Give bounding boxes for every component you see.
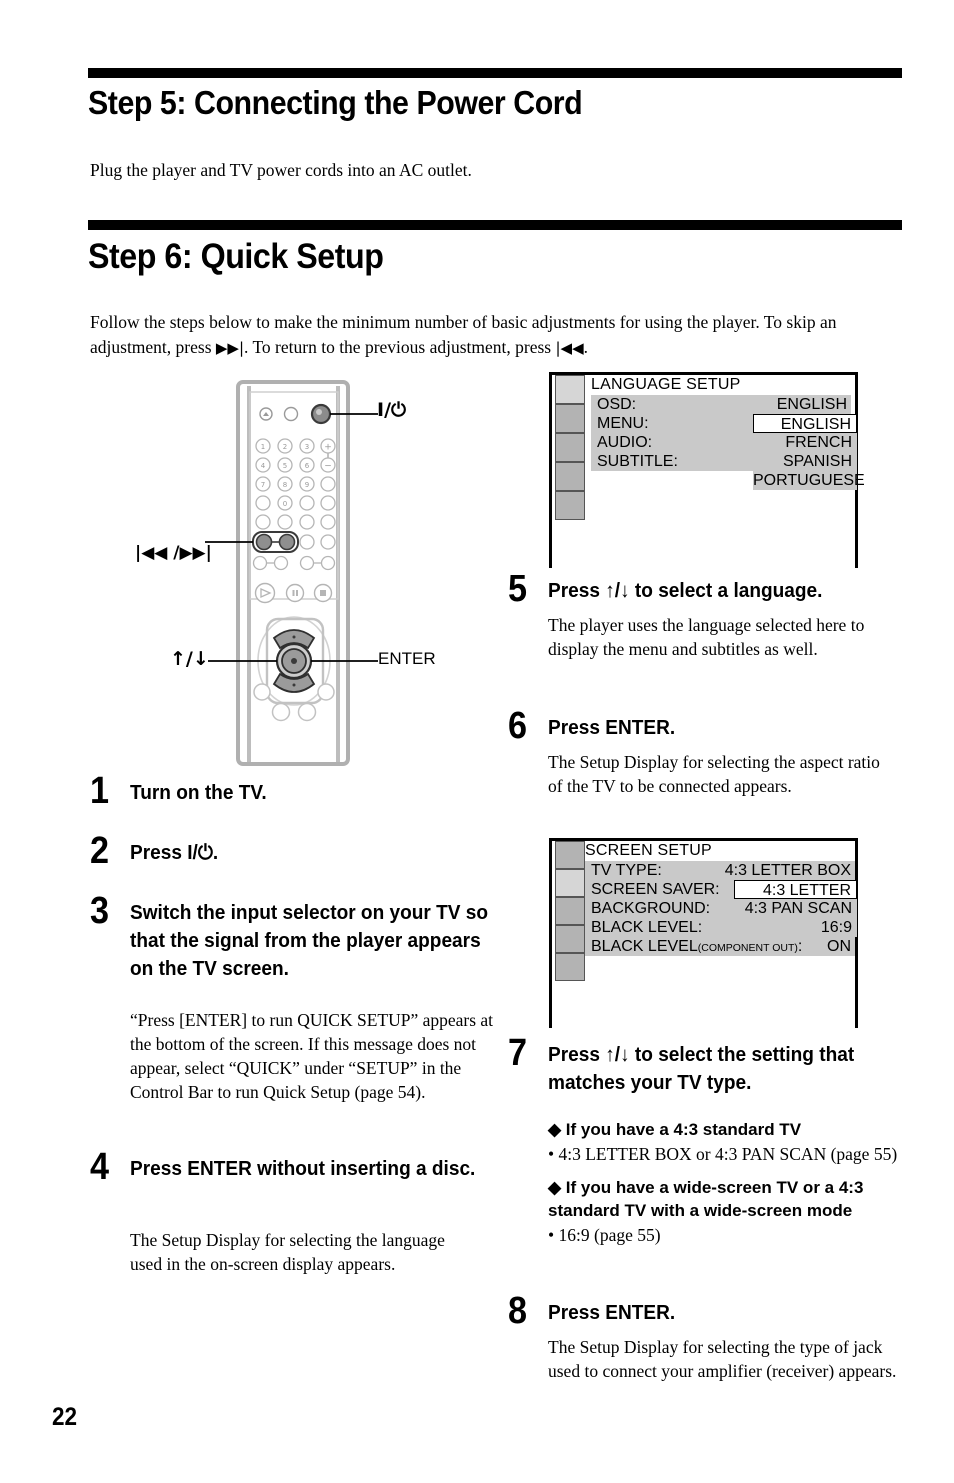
remote-control-illustration: 1 2 3 + 4 5 6 − 7 8 9 0: [205, 380, 378, 766]
heading-step5: Step 5: Connecting the Power Cord: [88, 84, 583, 121]
remote-control-diagram: 1 2 3 + 4 5 6 − 7 8 9 0: [150, 372, 480, 772]
heading-rule-step5: [88, 68, 902, 78]
svg-text:+: +: [324, 443, 332, 453]
step-7-option-1-heading: ◆ If you have a 4:3 standard TV: [548, 1120, 802, 1139]
step-6-number: 6: [508, 705, 528, 747]
step-4-desc: The Setup Display for selecting the lang…: [130, 1230, 445, 1274]
step6-intro: Follow the steps below to make the minim…: [90, 310, 905, 361]
remote-label-enter: ENTER: [378, 649, 436, 668]
language-dropdown-option-french[interactable]: FRENCH: [753, 433, 857, 452]
osd-frame-left: [549, 372, 552, 568]
osd2-row-blacklevel-label: BLACK LEVEL:: [591, 919, 703, 936]
language-dropdown-option-spanish[interactable]: SPANISH: [753, 452, 857, 471]
step-1-number: 1: [90, 770, 110, 812]
osd-sidebar-icons: [555, 375, 585, 520]
step-6-title: Press ENTER.: [548, 716, 676, 739]
svg-text:1: 1: [261, 443, 265, 451]
osd2-row-tvtype-label: TV TYPE:: [591, 862, 662, 879]
step-7-title: Press ↑/↓ to select the setting that mat…: [548, 1043, 855, 1094]
osd2-row-tvtype-value: 4:3 LETTER BOX: [724, 862, 851, 879]
osd2-frame-top: [549, 838, 857, 841]
step-7-option-1-bullet: • 4:3 LETTER BOX or 4:3 PAN SCAN (page 5…: [548, 1144, 898, 1164]
remote-label-power: I/⏻: [377, 399, 407, 421]
heading-rule-step6: [88, 220, 902, 230]
screen-dropdown-option-panscan[interactable]: 4:3 PAN SCAN: [734, 899, 857, 918]
step-3-desc: “Press [ENTER] to run QUICK SETUP” appea…: [130, 1010, 494, 1102]
step-8-number: 8: [508, 1290, 528, 1332]
osd2-row-blacklevel-component-value: ON: [827, 938, 851, 955]
page-number: 22: [52, 1403, 78, 1431]
step-7-option-2-heading: ◆ If you have a wide-screen TV or a 4:3 …: [548, 1178, 864, 1220]
language-dropdown-selected[interactable]: ENGLISH: [753, 414, 857, 433]
remote-label-up-down: ↑/↓: [170, 648, 209, 670]
step-3-number: 3: [90, 890, 110, 932]
svg-text:2: 2: [283, 443, 287, 451]
svg-text:9: 9: [305, 481, 309, 489]
osd2-row-background-label: BACKGROUND:: [591, 900, 711, 917]
sidebar2-icon-other[interactable]: [555, 953, 585, 981]
sidebar-icon-screen[interactable]: [555, 404, 585, 433]
osd2-row-screensaver-label: SCREEN SAVER:: [591, 881, 720, 898]
language-setup-screen: LANGUAGE SETUP OSD: ENGLISH MENU: AUDIO:…: [549, 372, 865, 568]
screen-dropdown-selected[interactable]: 4:3 LETTER BOX: [734, 880, 857, 918]
manual-page: Step 5: Connecting the Power Cord Plug t…: [0, 0, 954, 1483]
osd2-frame-left: [549, 838, 552, 1028]
language-setup-title: LANGUAGE SETUP: [591, 376, 741, 393]
svg-text:7: 7: [261, 481, 265, 489]
svg-text:5: 5: [283, 462, 287, 470]
osd2-row-blacklevel-component[interactable]: BLACK LEVEL(COMPONENT OUT): ON: [585, 937, 855, 956]
step6-intro-part2: . To return to the previous adjustment, …: [244, 337, 556, 357]
step-3-title: Switch the input selector on your TV so …: [130, 901, 489, 980]
osd-row-osd-label: OSD:: [597, 396, 637, 413]
screen-setup-title: SCREEN SETUP: [585, 842, 712, 859]
step-5-title: Press ↑/↓ to select a language.: [548, 579, 823, 602]
sidebar-icon-custom[interactable]: [555, 433, 585, 462]
sidebar-icon-audio[interactable]: [555, 462, 585, 491]
sidebar2-icon-audio[interactable]: [555, 925, 585, 953]
osd2-blc-small: (COMPONENT OUT): [697, 942, 798, 954]
remote-label-prev-next: |◀◀ /▶▶|: [135, 543, 212, 563]
osd-row-osd[interactable]: OSD: ENGLISH: [591, 395, 851, 414]
osd-row-audio-label: AUDIO:: [597, 434, 653, 451]
next-track-icon: ▶▶|: [215, 339, 245, 357]
step-4-title: Press ENTER without inserting a disc.: [130, 1157, 476, 1180]
osd2-blc-main: BLACK LEVEL: [591, 938, 698, 955]
step-2-number: 2: [90, 830, 110, 872]
sidebar2-icon-custom[interactable]: [555, 897, 585, 925]
language-dropdown-option-portuguese[interactable]: PORTUGUESE: [753, 471, 865, 490]
osd2-sidebar-icons: [555, 841, 585, 981]
osd-row-menu-label: MENU:: [597, 415, 649, 432]
step-4-number: 4: [90, 1146, 110, 1188]
step-2-title: Press I/⏻.: [130, 841, 219, 864]
step5-body: Plug the player and TV power cords into …: [90, 160, 472, 180]
heading-step6: Step 6: Quick Setup: [88, 237, 384, 276]
sidebar-icon-language[interactable]: [555, 375, 585, 404]
sidebar2-icon-screen[interactable]: [555, 869, 585, 897]
step-5-number: 5: [508, 568, 528, 610]
step6-intro-part3: .: [583, 337, 588, 357]
osd2-row-tvtype[interactable]: TV TYPE: 4:3 LETTER BOX: [585, 861, 855, 880]
osd-row-subtitle-label: SUBTITLE:: [597, 453, 678, 470]
step-7-number: 7: [508, 1032, 528, 1074]
sidebar-icon-other[interactable]: [555, 491, 585, 520]
step-8-title: Press ENTER.: [548, 1301, 676, 1324]
step-7-option-2-bullet: • 16:9 (page 55): [548, 1225, 661, 1245]
svg-text:0: 0: [283, 500, 287, 508]
step-1-title: Turn on the TV.: [130, 781, 267, 804]
sidebar2-icon-language[interactable]: [555, 841, 585, 869]
step-8-desc: The Setup Display for selecting the type…: [548, 1337, 897, 1381]
osd-row-osd-value: ENGLISH: [776, 396, 847, 413]
svg-text:4: 4: [261, 462, 266, 470]
osd-frame-top: [549, 372, 857, 375]
screen-dropdown-option-169[interactable]: 16:9: [734, 918, 857, 937]
step-5-desc: The player uses the language selected he…: [548, 615, 865, 659]
svg-text:−: −: [324, 462, 332, 472]
svg-text:8: 8: [283, 481, 287, 489]
screen-setup-screen: SCREEN SETUP TV TYPE: 4:3 LETTER BOX SCR…: [549, 838, 859, 1028]
prev-track-icon: |◀◀: [555, 339, 584, 357]
step-6-desc: The Setup Display for selecting the aspe…: [548, 752, 880, 796]
osd2-row-blacklevel-component-label: BLACK LEVEL(COMPONENT OUT):: [591, 937, 802, 958]
svg-text:6: 6: [305, 462, 310, 470]
svg-text:3: 3: [305, 443, 309, 451]
